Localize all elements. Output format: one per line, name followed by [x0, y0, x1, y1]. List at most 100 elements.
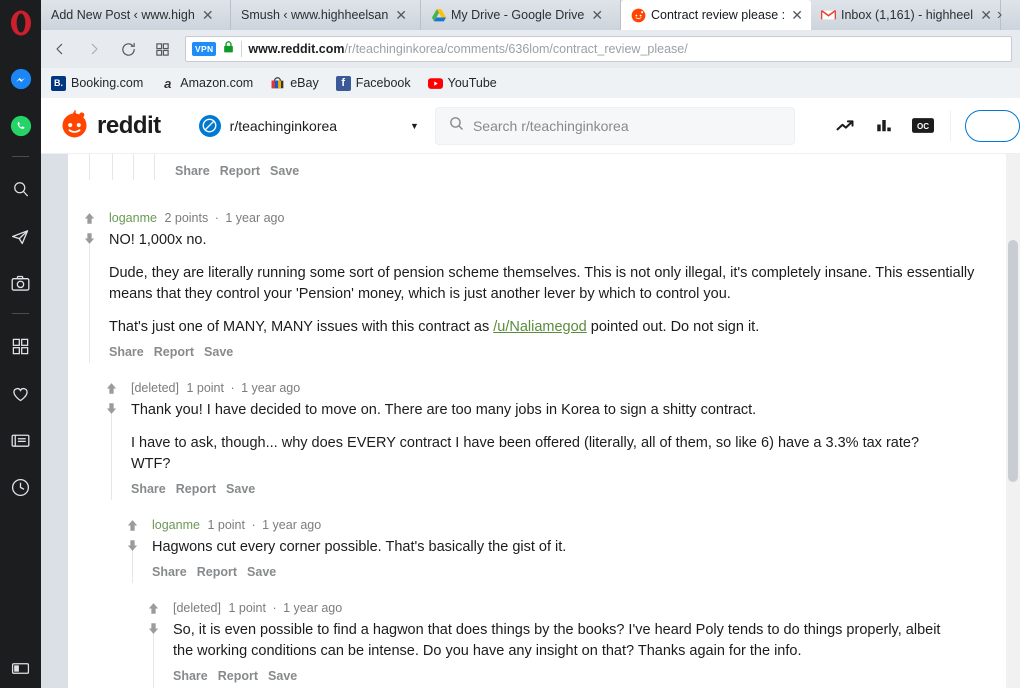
- bookmark-amazon[interactable]: a Amazon.com: [160, 76, 253, 91]
- save-button[interactable]: Save: [268, 669, 297, 683]
- sidebar-divider-2: [12, 313, 29, 314]
- report-button[interactable]: Report: [218, 669, 258, 683]
- camera-icon[interactable]: [4, 266, 38, 300]
- page-scrollbar[interactable]: [1006, 154, 1020, 688]
- comment-deleted-1: [deleted] 1 point · 1 year ago Thank you…: [90, 380, 1006, 500]
- address-bar[interactable]: VPN www.reddit.com/r/teachinginkorea/com…: [185, 36, 1012, 62]
- search-box[interactable]: [434, 106, 795, 145]
- upvote-icon[interactable]: [105, 382, 118, 400]
- forward-button[interactable]: [79, 34, 109, 64]
- reddit-snoo-icon: [59, 108, 90, 144]
- comment-author[interactable]: loganme: [152, 518, 200, 532]
- share-button[interactable]: Share: [109, 345, 144, 359]
- vpn-badge[interactable]: VPN: [192, 42, 217, 56]
- scrollbar-thumb[interactable]: [1008, 240, 1018, 482]
- lock-icon: [222, 40, 235, 59]
- whatsapp-icon[interactable]: [4, 109, 38, 143]
- comment-points: 2 points: [164, 211, 209, 225]
- comment-paragraph-1: Dude, they are literally running some so…: [109, 265, 975, 302]
- settings-icon[interactable]: [0, 659, 41, 678]
- upvote-icon[interactable]: [147, 602, 160, 620]
- ebay-icon: [270, 76, 285, 91]
- bookmark-facebook[interactable]: f Facebook: [335, 75, 411, 91]
- trending-icon[interactable]: [834, 115, 856, 137]
- report-button[interactable]: Report: [220, 164, 260, 178]
- opera-sidebar: [0, 0, 41, 688]
- share-button[interactable]: Share: [152, 565, 187, 579]
- popular-icon[interactable]: [873, 115, 895, 137]
- thread-line: [154, 154, 155, 180]
- downvote-icon[interactable]: [105, 402, 118, 420]
- sidebar-divider: [12, 156, 29, 157]
- speed-dial-button[interactable]: [147, 34, 177, 64]
- thread-line: [89, 238, 90, 363]
- comment-paragraph-1: I have to ask, though... why does EVERY …: [131, 435, 920, 472]
- comment-points: 1 point: [207, 518, 245, 532]
- opera-logo-icon[interactable]: [8, 8, 34, 38]
- messenger-icon[interactable]: [4, 62, 38, 96]
- tab-close-icon[interactable]: ✕: [789, 8, 805, 22]
- facebook-icon: f: [335, 75, 351, 91]
- save-button[interactable]: Save: [204, 345, 233, 359]
- reddit-logo[interactable]: reddit: [59, 108, 161, 144]
- subreddit-selector[interactable]: r/teachinginkorea ▼: [191, 107, 427, 145]
- search-icon[interactable]: [4, 172, 38, 206]
- thread-line: [111, 408, 112, 500]
- browser-tab-3-active[interactable]: Contract review please : te ✕: [621, 0, 811, 30]
- google-drive-icon: [431, 8, 446, 23]
- downvote-icon[interactable]: [126, 539, 139, 557]
- bookmark-ebay[interactable]: eBay: [270, 76, 319, 91]
- downvote-icon[interactable]: [83, 232, 96, 250]
- browser-tab-2[interactable]: My Drive - Google Drive ✕: [421, 0, 621, 30]
- youtube-icon: [427, 76, 443, 91]
- bookmark-youtube[interactable]: YouTube: [427, 76, 497, 91]
- share-button[interactable]: Share: [131, 482, 166, 496]
- downvote-icon[interactable]: [147, 622, 160, 640]
- tab-close-icon[interactable]: ✕: [589, 8, 605, 22]
- share-button[interactable]: Share: [173, 669, 208, 683]
- tab-close-icon[interactable]: ✕: [200, 8, 216, 22]
- comment-author[interactable]: loganme: [109, 211, 157, 225]
- vote-controls: [146, 602, 160, 640]
- chevron-down-icon[interactable]: ▼: [410, 121, 419, 131]
- oc-badge-icon[interactable]: OC: [911, 115, 934, 137]
- report-button[interactable]: Report: [176, 482, 216, 496]
- comment-meta: [deleted] 1 point · 1 year ago: [131, 380, 1006, 397]
- telegram-icon[interactable]: [4, 219, 38, 253]
- browser-tab-0[interactable]: Add New Post ‹ www.high ✕: [41, 0, 231, 30]
- bookmark-booking[interactable]: B. Booking.com: [51, 75, 144, 91]
- report-button[interactable]: Report: [197, 565, 237, 579]
- tab-title: Contract review please : te: [651, 8, 785, 22]
- vote-controls: [125, 519, 139, 557]
- comment-points: 1 point: [228, 601, 266, 615]
- svg-text:OC: OC: [917, 122, 929, 131]
- save-button[interactable]: Save: [226, 482, 255, 496]
- report-button[interactable]: Report: [154, 345, 194, 359]
- paragraph-tail: pointed out. Do not sign it.: [586, 319, 760, 335]
- back-button[interactable]: [45, 34, 75, 64]
- tab-overflow-icon[interactable]: ›: [979, 0, 1020, 30]
- upvote-icon[interactable]: [126, 519, 139, 537]
- upvote-icon[interactable]: [83, 212, 96, 230]
- grid-icon[interactable]: [4, 329, 38, 363]
- login-button[interactable]: [964, 109, 1020, 142]
- search-icon: [448, 115, 465, 137]
- save-button[interactable]: Save: [270, 164, 299, 178]
- browser-tab-1[interactable]: Smush ‹ www.highheelsan ✕: [231, 0, 421, 30]
- comments-container: Share Report Save loganme 2 points · 1 y…: [68, 154, 1006, 688]
- share-button[interactable]: Share: [175, 164, 210, 178]
- reload-button[interactable]: [113, 34, 143, 64]
- bookmark-label: Booking.com: [71, 76, 144, 90]
- browser-tab-4[interactable]: Inbox (1,161) - highheelsa ✕: [811, 0, 1001, 30]
- reddit-header: reddit r/teachinginkorea ▼ Search r/teac…: [41, 98, 1020, 154]
- news-icon[interactable]: [4, 423, 38, 457]
- comment-points: 1 point: [186, 381, 224, 395]
- user-link[interactable]: /u/Naliamegod: [493, 319, 587, 335]
- tab-close-icon[interactable]: ✕: [393, 8, 409, 22]
- bookmark-label: YouTube: [447, 76, 497, 90]
- reddit-icon: [631, 8, 646, 23]
- save-button[interactable]: Save: [247, 565, 276, 579]
- heart-icon[interactable]: [4, 376, 38, 410]
- search-input[interactable]: [472, 117, 782, 134]
- history-icon[interactable]: [4, 470, 38, 504]
